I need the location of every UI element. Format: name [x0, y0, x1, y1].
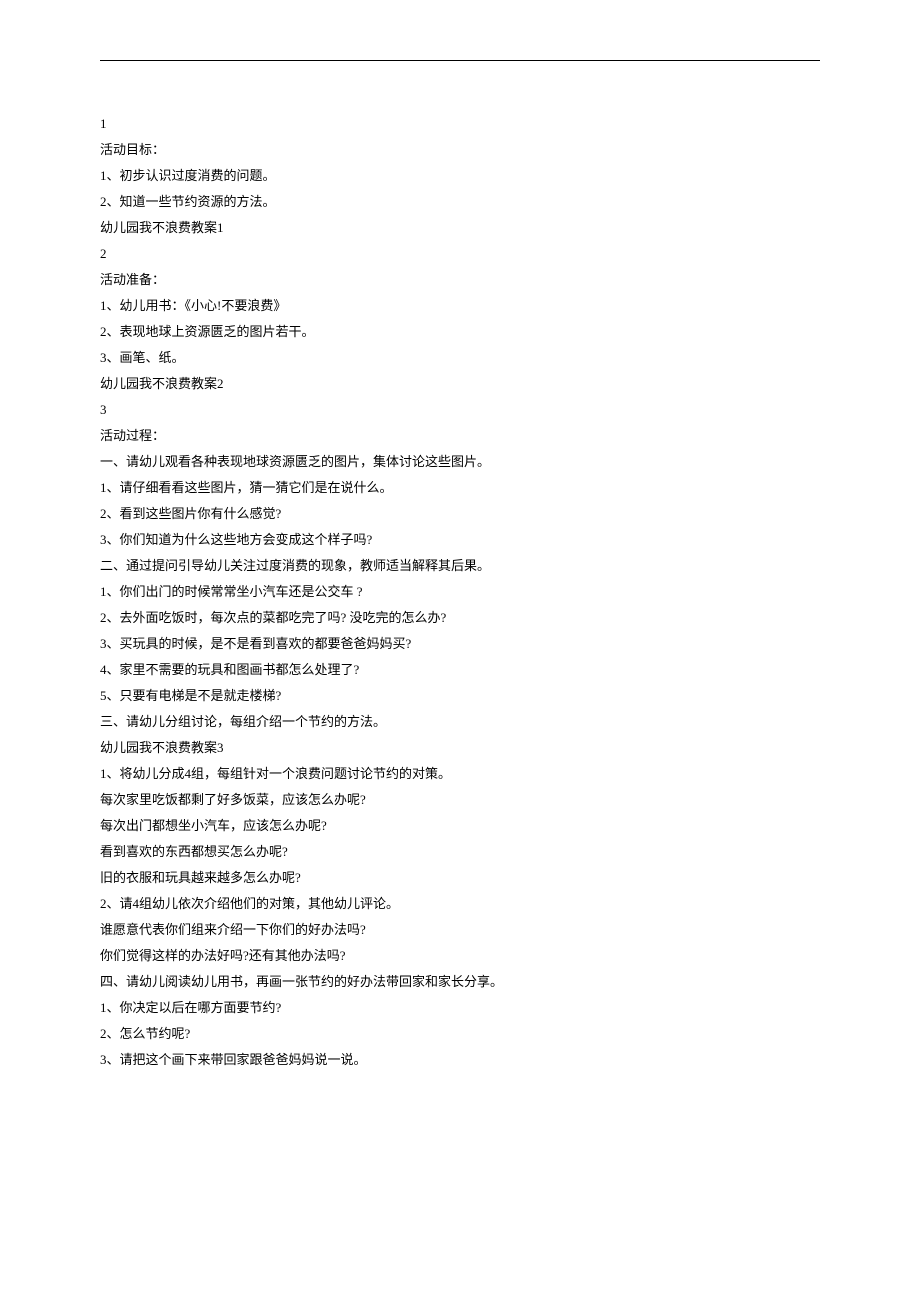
text-line: 每次出门都想坐小汽车，应该怎么办呢? — [100, 813, 820, 839]
text-line: 1、请仔细看看这些图片，猜一猜它们是在说什么。 — [100, 475, 820, 501]
text-line: 2、怎么节约呢? — [100, 1021, 820, 1047]
text-line: 1 — [100, 111, 820, 137]
text-line: 3、买玩具的时候，是不是看到喜欢的都要爸爸妈妈买? — [100, 631, 820, 657]
text-line: 2 — [100, 241, 820, 267]
text-line: 2、去外面吃饭时，每次点的菜都吃完了吗? 没吃完的怎么办? — [100, 605, 820, 631]
text-line: 5、只要有电梯是不是就走楼梯? — [100, 683, 820, 709]
text-line: 四、请幼儿阅读幼儿用书，再画一张节约的好办法带回家和家长分享。 — [100, 969, 820, 995]
text-line: 每次家里吃饭都剩了好多饭菜，应该怎么办呢? — [100, 787, 820, 813]
text-line: 2、请4组幼儿依次介绍他们的对策，其他幼儿评论。 — [100, 891, 820, 917]
text-line: 1、幼儿用书：《小心!不要浪费》 — [100, 293, 820, 319]
text-line: 3、你们知道为什么这些地方会变成这个样子吗? — [100, 527, 820, 553]
text-line: 活动目标： — [100, 137, 820, 163]
text-line: 活动过程： — [100, 423, 820, 449]
text-line: 幼儿园我不浪费教案1 — [100, 215, 820, 241]
page-top-border — [100, 60, 820, 61]
text-line: 3、请把这个画下来带回家跟爸爸妈妈说一说。 — [100, 1047, 820, 1073]
text-line: 2、知道一些节约资源的方法。 — [100, 189, 820, 215]
text-line: 4、家里不需要的玩具和图画书都怎么处理了? — [100, 657, 820, 683]
text-line: 1、你们出门的时候常常坐小汽车还是公交车 ? — [100, 579, 820, 605]
text-line: 三、请幼儿分组讨论，每组介绍一个节约的方法。 — [100, 709, 820, 735]
text-line: 看到喜欢的东西都想买怎么办呢? — [100, 839, 820, 865]
text-line: 谁愿意代表你们组来介绍一下你们的好办法吗? — [100, 917, 820, 943]
text-line: 二、通过提问引导幼儿关注过度消费的现象，教师适当解释其后果。 — [100, 553, 820, 579]
text-line: 3 — [100, 397, 820, 423]
text-line: 幼儿园我不浪费教案2 — [100, 371, 820, 397]
text-line: 旧的衣服和玩具越来越多怎么办呢? — [100, 865, 820, 891]
text-line: 1、你决定以后在哪方面要节约? — [100, 995, 820, 1021]
text-line: 你们觉得这样的办法好吗?还有其他办法吗? — [100, 943, 820, 969]
text-line: 幼儿园我不浪费教案3 — [100, 735, 820, 761]
text-line: 1、将幼儿分成4组，每组针对一个浪费问题讨论节约的对策。 — [100, 761, 820, 787]
document-content: 1 活动目标： 1、初步认识过度消费的问题。 2、知道一些节约资源的方法。 幼儿… — [100, 111, 820, 1073]
text-line: 3、画笔、纸。 — [100, 345, 820, 371]
text-line: 1、初步认识过度消费的问题。 — [100, 163, 820, 189]
text-line: 2、表现地球上资源匮乏的图片若干。 — [100, 319, 820, 345]
text-line: 2、看到这些图片你有什么感觉? — [100, 501, 820, 527]
text-line: 一、请幼儿观看各种表现地球资源匮乏的图片，集体讨论这些图片。 — [100, 449, 820, 475]
text-line: 活动准备： — [100, 267, 820, 293]
